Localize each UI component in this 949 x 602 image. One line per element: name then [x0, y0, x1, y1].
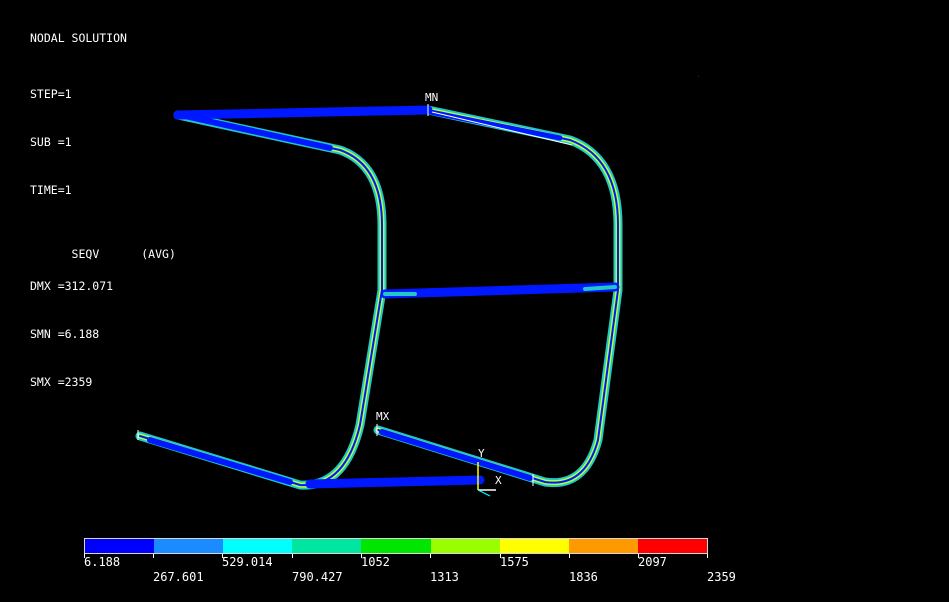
- legend-value-bottom-1: 267.601: [153, 570, 204, 584]
- graphics-viewport[interactable]: NODAL SOLUTION STEP=1 SUB =1 TIME=1 SEQV…: [0, 0, 949, 602]
- legend-value-top-4: 2097: [638, 555, 667, 569]
- legend-value-top-2: 1052: [361, 555, 390, 569]
- legend-tick: [292, 554, 293, 558]
- legend-tick: [430, 554, 431, 558]
- contour-legend-bar: [84, 538, 708, 554]
- legend-swatch-5: [361, 539, 431, 553]
- legend-value-bottom-6: 2359: [707, 570, 736, 584]
- legend-swatch-8: [568, 539, 638, 553]
- axis-x-label: X: [495, 474, 502, 487]
- legend-swatch-7: [499, 539, 569, 553]
- frame-model[interactable]: [0, 0, 949, 602]
- legend-swatch-4: [292, 539, 362, 553]
- legend-value-bottom-4: 1313: [430, 570, 459, 584]
- min-node-label: MN: [425, 91, 439, 104]
- legend-tick: [569, 554, 570, 558]
- legend-swatch-1: [85, 539, 155, 553]
- cross-members: [173, 105, 620, 489]
- legend-swatch-2: [154, 539, 224, 553]
- legend-value-top-1: 6.188: [84, 555, 121, 569]
- legend-swatch-6: [430, 539, 500, 553]
- legend-tick: [707, 554, 708, 558]
- left-tube: [135, 110, 387, 490]
- legend-tick: [153, 554, 154, 558]
- legend-value-top-3: 1575: [500, 555, 529, 569]
- legend-value-bottom-2: 529.014: [222, 555, 273, 569]
- max-node-label: MX: [376, 410, 390, 423]
- legend-swatch-9: [637, 539, 707, 553]
- legend-value-bottom-5: 1836: [569, 570, 598, 584]
- legend-swatch-3: [223, 539, 293, 553]
- legend-value-bottom-3: 790.427: [292, 570, 343, 584]
- axis-y-label: Y: [478, 447, 485, 460]
